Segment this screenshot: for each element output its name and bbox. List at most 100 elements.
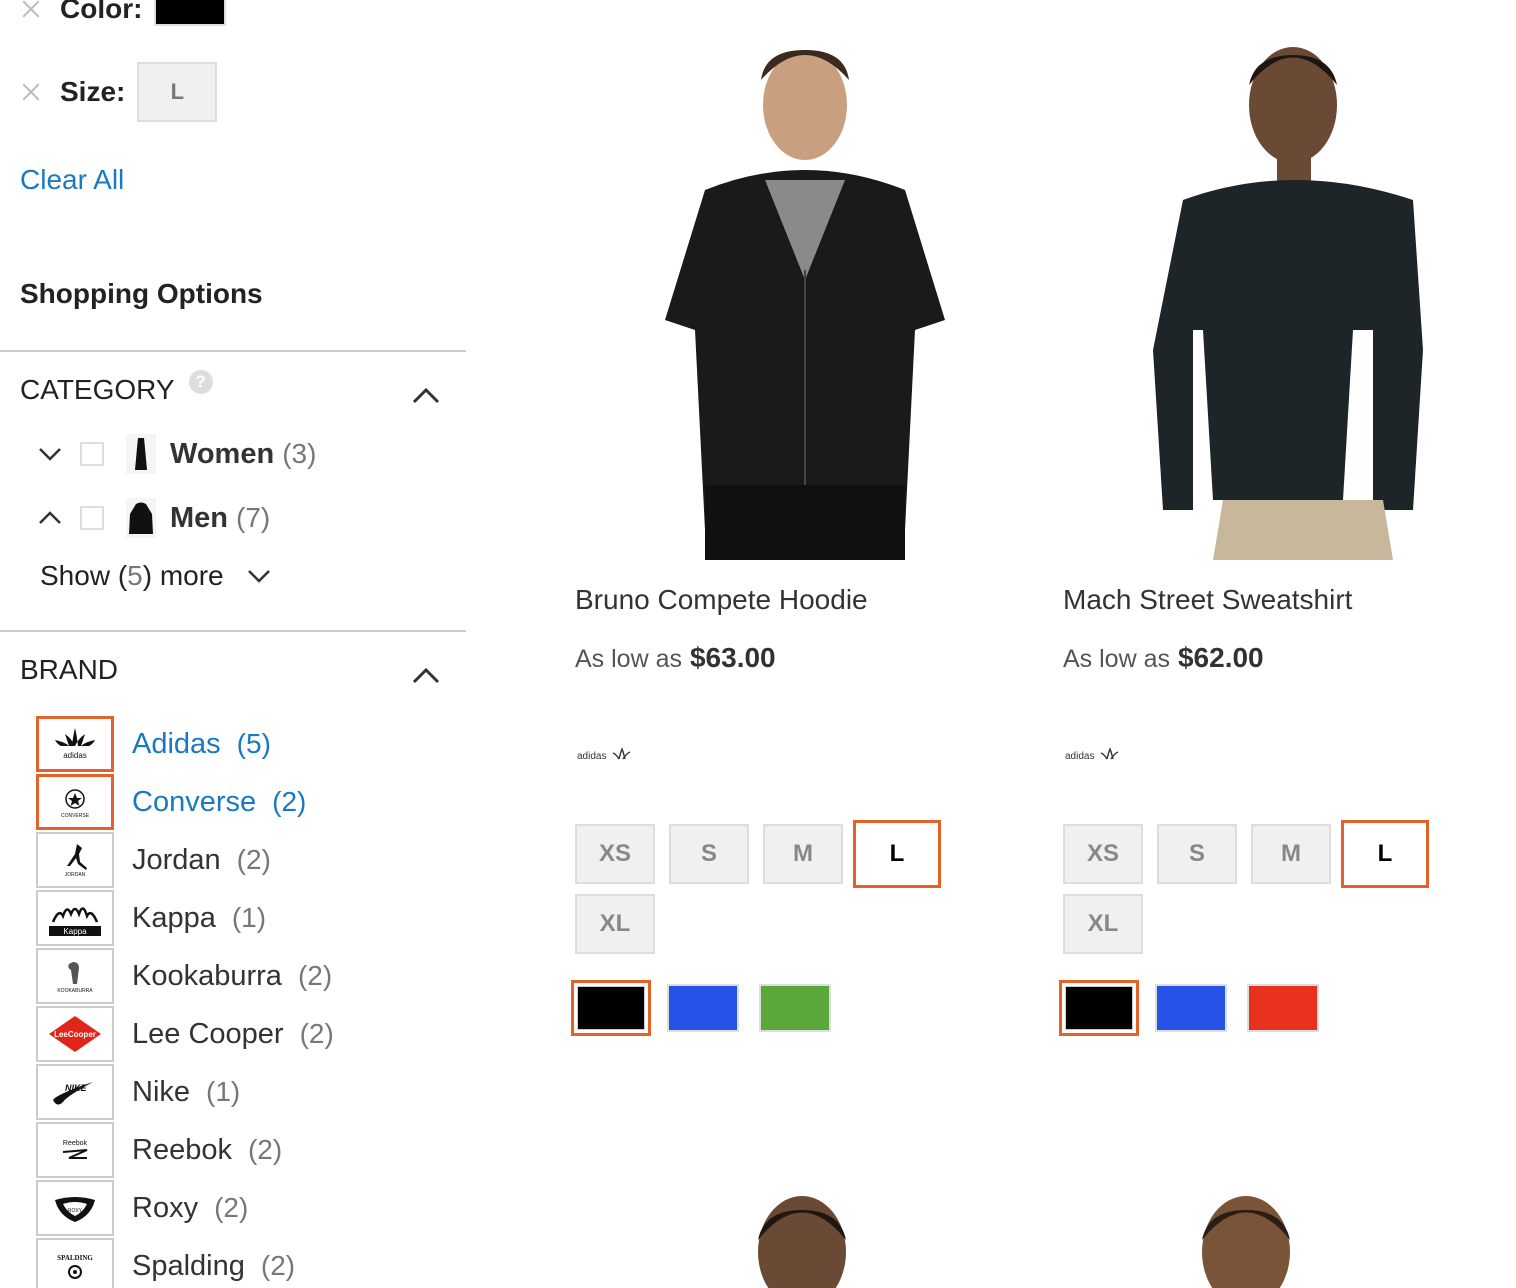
brand-name[interactable]: Nike [132, 1076, 190, 1109]
brand-name[interactable]: Reebok [132, 1134, 232, 1167]
size-option-m[interactable]: M [1251, 824, 1331, 884]
divider [0, 630, 466, 632]
product-image-hoodie[interactable] [635, 30, 1055, 560]
kookaburra-logo-icon[interactable]: KOOKABURRA [36, 948, 114, 1004]
category-section-title[interactable]: CATEGORY? [20, 370, 213, 406]
svg-text:adidas: adidas [63, 751, 87, 760]
brand-name[interactable]: Roxy [132, 1192, 198, 1225]
brand-item-reebok[interactable]: Reebok Reebok (2) [36, 1122, 282, 1178]
remove-color-filter-icon[interactable] [20, 0, 42, 20]
product-name[interactable]: Bruno Compete Hoodie [575, 584, 868, 616]
brand-item-kookaburra[interactable]: KOOKABURRA Kookaburra (2) [36, 948, 332, 1004]
sidebar: Color: Size: L Clear All Shopping Option… [0, 0, 466, 1288]
color-swatch-fill [577, 986, 645, 1030]
size-option-s[interactable]: S [1157, 824, 1237, 884]
brand-name[interactable]: Jordan [132, 844, 221, 877]
product-image-partial[interactable] [742, 1190, 862, 1288]
size-option-xs[interactable]: XS [575, 824, 655, 884]
size-option-xl[interactable]: XL [1063, 894, 1143, 954]
category-count: (7) [236, 502, 271, 533]
chevron-down-icon[interactable] [36, 444, 64, 464]
category-checkbox[interactable] [80, 506, 104, 530]
brand-item-lee-cooper[interactable]: LeeCooper Lee Cooper (2) [36, 1006, 334, 1062]
brand-name[interactable]: Adidas [132, 728, 221, 761]
nike-logo-icon[interactable]: NIKE [36, 1064, 114, 1120]
color-swatch-fill [1065, 986, 1133, 1030]
category-count: (3) [282, 438, 317, 469]
brand-section-title[interactable]: BRAND [20, 654, 118, 686]
brand-name[interactable]: Converse [132, 786, 256, 819]
men-category-thumbnail [126, 498, 156, 538]
chevron-up-icon[interactable] [36, 508, 64, 528]
svg-text:Kappa: Kappa [63, 927, 87, 936]
size-option-xs[interactable]: XS [1063, 824, 1143, 884]
converse-logo-icon[interactable]: CONVERSE [36, 774, 114, 830]
svg-text:SPALDING: SPALDING [57, 1254, 93, 1262]
spalding-logo-icon[interactable]: SPALDING [36, 1238, 114, 1288]
chevron-down-icon [247, 570, 270, 583]
product-price: As low as $62.00 [1063, 642, 1264, 674]
chevron-up-icon[interactable] [410, 666, 442, 686]
filter-color-label: Color: [60, 0, 143, 24]
size-option-s[interactable]: S [669, 824, 749, 884]
color-swatch[interactable] [759, 984, 831, 1032]
show-more-count: 5 [127, 560, 143, 591]
brand-count: (1) [206, 1076, 241, 1107]
help-icon[interactable]: ? [188, 370, 213, 394]
active-filter-color: Color: [20, 0, 227, 26]
category-item-men[interactable]: Men (7) [36, 496, 270, 540]
adidas-logo-icon[interactable]: adidas [36, 716, 114, 772]
kappa-logo-icon[interactable]: Kappa [36, 890, 114, 946]
brand-item-jordan[interactable]: JORDAN Jordan (2) [36, 832, 271, 888]
category-name: Men [170, 501, 228, 534]
color-swatch[interactable] [1059, 980, 1139, 1036]
color-swatch[interactable] [1247, 984, 1319, 1032]
color-swatch[interactable] [667, 984, 739, 1032]
price-value: $63.00 [689, 642, 776, 673]
category-item-women[interactable]: Women (3) [36, 432, 316, 476]
price-prefix: As low as [575, 645, 682, 673]
brand-item-converse[interactable]: CONVERSE Converse (2) [36, 774, 306, 830]
svg-text:KOOKABURRA: KOOKABURRA [57, 988, 93, 994]
size-option-m[interactable]: M [763, 824, 843, 884]
remove-size-filter-icon[interactable] [20, 81, 42, 103]
brand-name[interactable]: Kookaburra [132, 960, 282, 993]
brand-item-kappa[interactable]: Kappa Kappa (1) [36, 890, 266, 946]
category-checkbox[interactable] [80, 442, 104, 466]
color-swatch[interactable] [571, 980, 651, 1036]
svg-text:CONVERSE: CONVERSE [61, 813, 90, 819]
women-category-thumbnail [126, 434, 156, 474]
color-swatch[interactable] [1155, 984, 1227, 1032]
product-price: As low as $63.00 [575, 642, 776, 674]
lee-cooper-logo-icon[interactable]: LeeCooper [36, 1006, 114, 1062]
brand-name[interactable]: Lee Cooper [132, 1018, 284, 1051]
brand-item-spalding[interactable]: SPALDING Spalding (2) [36, 1238, 295, 1288]
clear-all-link[interactable]: Clear All [20, 164, 124, 196]
svg-text:ROXY: ROXY [68, 1208, 83, 1214]
size-option-l[interactable]: L [1341, 820, 1429, 888]
product-image-sweatshirt[interactable] [1143, 30, 1516, 560]
roxy-logo-icon[interactable]: ROXY [36, 1180, 114, 1236]
brand-count: (1) [231, 902, 267, 933]
show-more-button[interactable]: Show ( 5 ) more [40, 560, 272, 592]
jordan-logo-icon[interactable]: JORDAN [36, 832, 114, 888]
brand-count: (2) [297, 960, 333, 991]
filter-color-swatch [154, 0, 227, 26]
price-value: $62.00 [1177, 642, 1264, 673]
chevron-up-icon[interactable] [410, 386, 442, 406]
brand-name[interactable]: Spalding [132, 1250, 245, 1283]
brand-item-nike[interactable]: NIKE Nike (1) [36, 1064, 240, 1120]
product-name[interactable]: Mach Street Sweatshirt [1063, 584, 1352, 616]
product-image-partial[interactable] [1186, 1190, 1306, 1288]
brand-count: (2) [260, 1250, 296, 1281]
size-option-l[interactable]: L [853, 820, 941, 888]
price-prefix: As low as [1063, 645, 1170, 673]
brand-count: (2) [247, 1134, 283, 1165]
brand-logo-text: adidas [1065, 751, 1094, 762]
brand-name[interactable]: Kappa [132, 902, 216, 935]
brand-item-roxy[interactable]: ROXY Roxy (2) [36, 1180, 248, 1236]
adidas-brand-logo: adidas [577, 747, 631, 762]
brand-item-adidas[interactable]: adidas Adidas (5) [36, 716, 271, 772]
reebok-logo-icon[interactable]: Reebok [36, 1122, 114, 1178]
size-option-xl[interactable]: XL [575, 894, 655, 954]
